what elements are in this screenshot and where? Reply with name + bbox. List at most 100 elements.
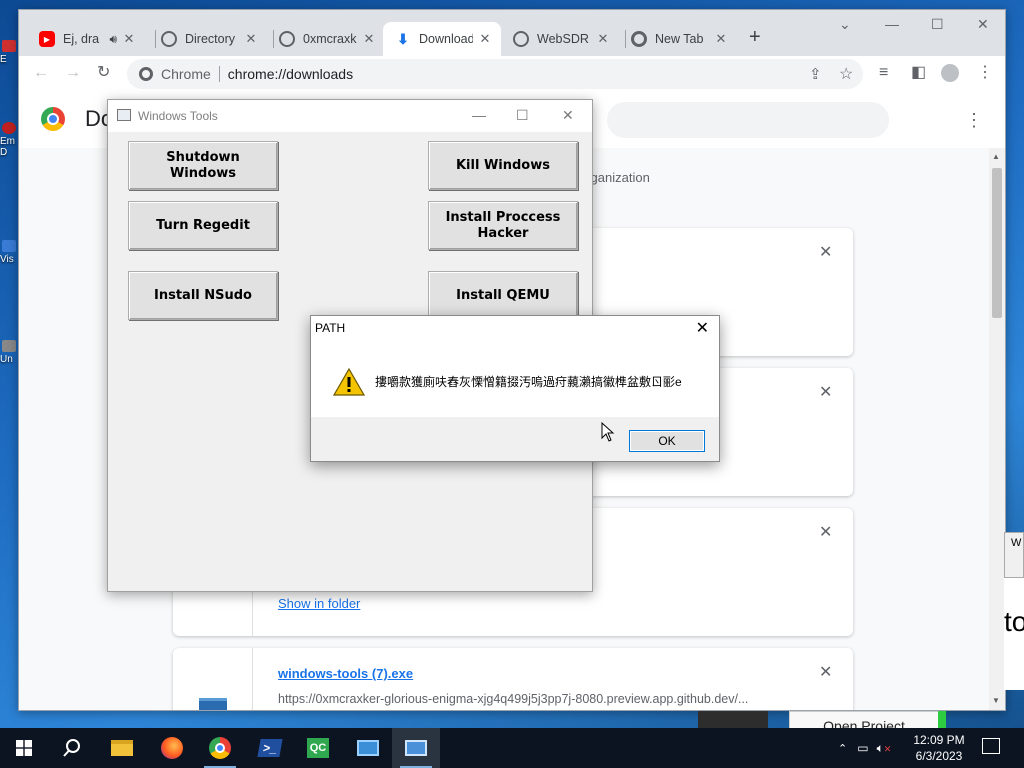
taskbar-firefox[interactable]: [148, 728, 196, 768]
taskbar-windows-tools[interactable]: [392, 728, 440, 768]
show-in-folder-link[interactable]: Show in folder: [278, 596, 360, 611]
close-icon[interactable]: ✕: [121, 31, 137, 47]
tab-search-icon[interactable]: ⌄: [839, 16, 851, 33]
tab-strip: ▶ Ej, dra 🔊︎ ✕ Directory ✕ 0xmcraxk ✕ ⬇ …: [19, 10, 1005, 56]
window-title: Windows Tools: [138, 109, 218, 123]
close-icon[interactable]: ✕: [243, 31, 259, 47]
remove-icon[interactable]: ✕: [819, 242, 832, 262]
maximize-button[interactable]: ☐: [931, 16, 944, 33]
remove-icon[interactable]: ✕: [819, 662, 832, 682]
desktop-icon[interactable]: Em D: [0, 122, 18, 158]
download-url: https://0xmcraxker-glorious-enigma-xjg4q…: [278, 692, 749, 706]
media-icon[interactable]: ≡: [879, 64, 888, 82]
app-window-icon: [405, 740, 427, 756]
scrollbar[interactable]: ▲ ▼: [989, 148, 1005, 710]
taskbar-file-explorer[interactable]: [98, 728, 146, 768]
notification-center-icon[interactable]: [982, 738, 1000, 754]
clock-time: 12:09 PM: [913, 733, 965, 747]
tab-websdr[interactable]: WebSDR ✕: [501, 22, 619, 56]
windows-tools-titlebar[interactable]: Windows Tools — ☐ ✕: [108, 100, 592, 132]
close-icon[interactable]: ✕: [595, 31, 611, 47]
download-icon: ⬇: [397, 30, 409, 47]
taskbar: >_ QC ⌃ ▭ 🔈︎✕ 12:09 PM 6/3/2023: [0, 728, 1024, 768]
network-icon[interactable]: ▭: [857, 741, 868, 755]
close-icon[interactable]: ✕: [361, 31, 377, 47]
globe-icon: [161, 31, 177, 47]
taskbar-clock[interactable]: 12:09 PM 6/3/2023: [906, 732, 972, 764]
close-window-button[interactable]: ✕: [562, 107, 574, 124]
back-button[interactable]: ←: [33, 64, 49, 82]
clock-date: 6/3/2023: [915, 749, 963, 763]
start-button[interactable]: [0, 728, 48, 768]
minimize-button[interactable]: —: [472, 107, 486, 123]
speaker-icon[interactable]: 🔊︎: [109, 32, 117, 47]
tab-directory[interactable]: Directory ✕: [149, 22, 267, 56]
reload-button[interactable]: ↻: [97, 64, 110, 82]
tab-downloads[interactable]: ⬇ Downloads ✕: [383, 22, 501, 56]
system-tray: ⌃ ▭ 🔈︎✕: [838, 728, 891, 768]
install-process-hacker-button[interactable]: Install Proccess Hacker: [428, 201, 578, 250]
turn-regedit-button[interactable]: Turn Regedit: [128, 201, 278, 250]
scroll-down-icon[interactable]: ▼: [992, 696, 1000, 705]
profile-icon[interactable]: [941, 64, 959, 82]
minimize-button[interactable]: —: [885, 16, 899, 32]
dialog-titlebar[interactable]: PATH ✕: [311, 316, 719, 340]
side-panel-icon[interactable]: ◧: [911, 64, 926, 82]
download-filename[interactable]: windows-tools (7).exe: [278, 666, 413, 681]
more-actions-icon[interactable]: ⋮: [965, 110, 983, 131]
exe-icon: [199, 698, 227, 710]
background-window[interactable]: W: [1004, 532, 1024, 578]
menu-icon[interactable]: ⋮: [977, 64, 993, 82]
close-icon[interactable]: ✕: [696, 318, 709, 338]
powershell-icon: >_: [257, 739, 283, 757]
address-bar[interactable]: Chrome chrome://downloads ⇪ ☆: [127, 59, 863, 89]
volume-muted-icon[interactable]: 🔈︎✕: [877, 741, 892, 756]
url-text[interactable]: chrome://downloads: [228, 66, 353, 82]
kill-windows-button[interactable]: Kill Windows: [428, 141, 578, 190]
desktop-icon[interactable]: E: [0, 40, 18, 65]
taskbar-chrome[interactable]: [196, 728, 244, 768]
tab-0xmcraxker[interactable]: 0xmcraxk ✕: [267, 22, 385, 56]
scroll-thumb[interactable]: [992, 168, 1002, 318]
chrome-icon: [139, 67, 153, 81]
close-window-button[interactable]: ✕: [977, 16, 989, 33]
forward-button[interactable]: →: [65, 64, 81, 82]
path-message-dialog: PATH ✕ 摟嚼款獲廁呋舂灰慄憎籍掇汚嗚過疛藽瀨搞徽榫盆敷ㄖ彨e OK: [310, 315, 720, 462]
file-icon: [173, 648, 253, 710]
warning-icon: [333, 368, 365, 396]
background-window[interactable]: to: [1004, 578, 1024, 690]
tab-youtube[interactable]: ▶ Ej, dra 🔊︎ ✕: [27, 22, 145, 56]
globe-icon: [513, 31, 529, 47]
dialog-body: 摟嚼款獲廁呋舂灰慄憎籍掇汚嗚過疛藽瀨搞徽榫盆敷ㄖ彨e: [311, 340, 719, 417]
search-downloads-input[interactable]: [607, 102, 889, 138]
scroll-up-icon[interactable]: ▲: [992, 152, 1000, 161]
firefox-icon: [161, 737, 183, 759]
install-nsudo-button[interactable]: Install NSudo: [128, 271, 278, 320]
desktop-icon[interactable]: Vis: [0, 240, 18, 265]
taskbar-powershell[interactable]: >_: [246, 728, 294, 768]
remove-icon[interactable]: ✕: [819, 382, 832, 402]
search-button[interactable]: [48, 728, 96, 768]
close-icon[interactable]: ✕: [713, 31, 729, 47]
chevron-up-icon[interactable]: ⌃: [838, 742, 847, 755]
tab-newtab[interactable]: New Tab ✕: [619, 22, 737, 56]
remove-icon[interactable]: ✕: [819, 522, 832, 542]
app-window-icon: [357, 740, 379, 756]
star-icon[interactable]: ☆: [839, 64, 853, 84]
background-window: [698, 711, 768, 728]
ok-button[interactable]: OK: [629, 430, 705, 452]
taskbar-qc[interactable]: QC: [294, 728, 342, 768]
new-tab-button[interactable]: +: [749, 27, 761, 47]
maximize-button[interactable]: ☐: [516, 107, 529, 124]
globe-icon: [279, 31, 295, 47]
mouse-cursor-icon: [601, 422, 615, 442]
share-icon[interactable]: ⇪: [809, 65, 822, 83]
close-icon[interactable]: ✕: [477, 31, 493, 47]
taskbar-app[interactable]: [344, 728, 392, 768]
install-qemu-button[interactable]: Install QEMU: [428, 271, 578, 320]
download-item: windows-tools (7).exe https://0xmcraxker…: [173, 648, 853, 710]
shutdown-windows-button[interactable]: Shutdown Windows: [128, 141, 278, 190]
site-info[interactable]: Chrome: [127, 66, 211, 82]
desktop-icon[interactable]: Un: [0, 340, 18, 365]
dialog-title: PATH: [315, 321, 346, 335]
